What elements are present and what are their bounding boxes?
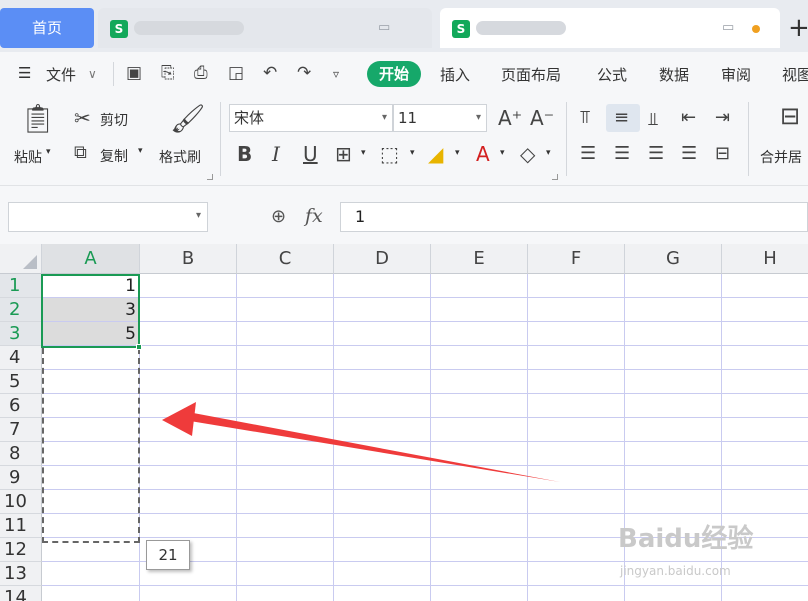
new-tab-plus-icon[interactable]: + — [788, 8, 808, 48]
tab-document-1[interactable]: S ▭ — [98, 8, 432, 48]
menu-bar: ☰ 文件 ∨ ▣ ⎘ ⎙ ◲ ↶ ↷ ▿ 开始 插入 页面布局 公式 数据 审阅… — [0, 52, 808, 96]
blurred-filename — [134, 21, 244, 35]
font-size-value: 11 — [398, 109, 418, 127]
menu-formulas[interactable]: 公式 — [597, 64, 627, 85]
watermark-logo: Baidu经验 — [618, 524, 754, 554]
tab-bar: 首页 S ▭ S ▭ + — [0, 0, 808, 52]
cut-button[interactable]: 剪切 — [100, 110, 128, 130]
spreadsheet-icon: S — [452, 20, 470, 38]
increase-indent-icon[interactable]: ⇥ — [715, 108, 730, 128]
fill-color-icon[interactable]: ◢ — [428, 144, 443, 164]
align-center-icon[interactable]: ☰ — [614, 144, 630, 164]
customize-dropdown-icon[interactable]: ▿ — [333, 67, 339, 81]
separator — [566, 102, 567, 176]
print-preview-icon[interactable]: ◲ — [228, 63, 244, 83]
menu-insert[interactable]: 插入 — [440, 64, 470, 85]
save-icon[interactable]: ▣ — [126, 63, 142, 83]
group-expander[interactable] — [552, 174, 558, 180]
blurred-filename — [476, 21, 566, 35]
menu-review[interactable]: 审阅 — [721, 64, 751, 85]
clear-format-dropdown-icon[interactable]: ▾ — [410, 148, 415, 158]
decrease-indent-icon[interactable]: ⇤ — [681, 108, 696, 128]
underline-icon[interactable]: U — [303, 144, 318, 164]
justify-icon[interactable]: ☰ — [681, 144, 697, 164]
chevron-down-icon: ▾ — [475, 112, 481, 123]
align-right-icon[interactable]: ☰ — [648, 144, 664, 164]
unsaved-dot-icon — [752, 25, 760, 33]
chevron-down-icon: ▾ — [195, 210, 201, 221]
format-painter-icon[interactable]: 🖌︎ — [170, 104, 206, 134]
paste-button[interactable]: 粘贴 — [14, 147, 42, 167]
clear-format-icon[interactable]: ⬚ — [380, 144, 399, 164]
align-middle-icon[interactable]: ≡ — [614, 108, 629, 128]
eraser-dropdown-icon[interactable]: ▾ — [546, 148, 551, 158]
separator — [220, 102, 221, 176]
merge-center-button[interactable]: 合并居 — [760, 147, 802, 167]
menu-home-tab[interactable]: 开始 — [367, 61, 421, 87]
monitor-icon: ▭ — [378, 20, 391, 35]
eraser-icon[interactable]: ◇ — [520, 144, 535, 164]
arrow-head — [162, 402, 196, 436]
align-left-icon[interactable]: ☰ — [580, 144, 596, 164]
separator — [113, 62, 114, 86]
format-painter-button[interactable]: 格式刷 — [159, 147, 201, 167]
font-color-dropdown-icon[interactable]: ▾ — [500, 148, 505, 158]
print-icon[interactable]: ⎙ — [194, 63, 208, 83]
formula-bar: ▾ ⊕ fx 1 — [0, 186, 808, 244]
undo-icon[interactable]: ↶ — [263, 63, 277, 83]
copy-button[interactable]: 复制 — [100, 146, 128, 166]
zoom-search-icon[interactable]: ⊕ — [271, 206, 286, 227]
font-color-icon[interactable]: A — [476, 144, 490, 164]
scissors-icon[interactable]: ✂ — [74, 108, 91, 128]
borders-icon[interactable]: ⊞ — [335, 144, 352, 164]
menu-file[interactable]: 文件 — [46, 64, 76, 85]
bold-icon[interactable]: B — [237, 144, 252, 164]
hamburger-icon[interactable]: ☰ — [18, 64, 31, 82]
italic-icon[interactable]: I — [272, 144, 280, 164]
separator — [748, 102, 749, 176]
monitor-icon: ▭ — [722, 20, 735, 35]
font-family-select[interactable]: 宋体 ▾ — [229, 104, 393, 132]
name-box[interactable]: ▾ — [8, 202, 208, 232]
spreadsheet-icon: S — [110, 20, 128, 38]
distributed-align-icon[interactable]: ⊟ — [715, 144, 730, 164]
arrow-shaft — [184, 412, 560, 482]
menu-data[interactable]: 数据 — [659, 64, 689, 85]
paste-dropdown-icon[interactable]: ▾ — [46, 147, 51, 157]
formula-input[interactable]: 1 — [340, 202, 808, 232]
menu-view[interactable]: 视图 — [782, 64, 808, 85]
align-top-icon[interactable]: ⫪ — [580, 108, 590, 128]
group-expander[interactable] — [207, 174, 213, 180]
font-size-select[interactable]: 11 ▾ — [393, 104, 487, 132]
watermark-url: jingyan.baidu.com — [620, 564, 731, 578]
borders-dropdown-icon[interactable]: ▾ — [361, 148, 366, 158]
tab-document-2-active[interactable]: S ▭ — [440, 8, 780, 48]
insert-function-icon[interactable]: fx — [305, 205, 323, 227]
align-bottom-icon[interactable]: ⫫ — [648, 110, 658, 130]
menu-page-layout[interactable]: 页面布局 — [501, 64, 561, 85]
increase-font-icon[interactable]: A⁺ — [498, 108, 522, 128]
copy-icon[interactable]: ⧉ — [74, 143, 87, 163]
chevron-down-icon: ▾ — [381, 112, 387, 123]
chevron-down-icon[interactable]: ∨ — [88, 67, 97, 81]
copy-dropdown-icon[interactable]: ▾ — [138, 146, 143, 156]
redo-icon[interactable]: ↷ — [297, 63, 311, 83]
fill-color-dropdown-icon[interactable]: ▾ — [455, 148, 460, 158]
ribbon-toolbar: 📋︎ 粘贴 ▾ ✂ 剪切 ⧉ 复制 ▾ 🖌︎ 格式刷 宋体 ▾ 11 ▾ A⁺ … — [0, 96, 808, 186]
decrease-font-icon[interactable]: A⁻ — [530, 108, 554, 128]
paste-icon[interactable]: 📋︎ — [20, 104, 56, 134]
merge-cells-icon[interactable]: ⊟ — [780, 104, 800, 128]
tab-home[interactable]: 首页 — [0, 8, 94, 48]
font-family-value: 宋体 — [234, 109, 265, 127]
export-pdf-icon[interactable]: ⎘ — [161, 63, 175, 83]
